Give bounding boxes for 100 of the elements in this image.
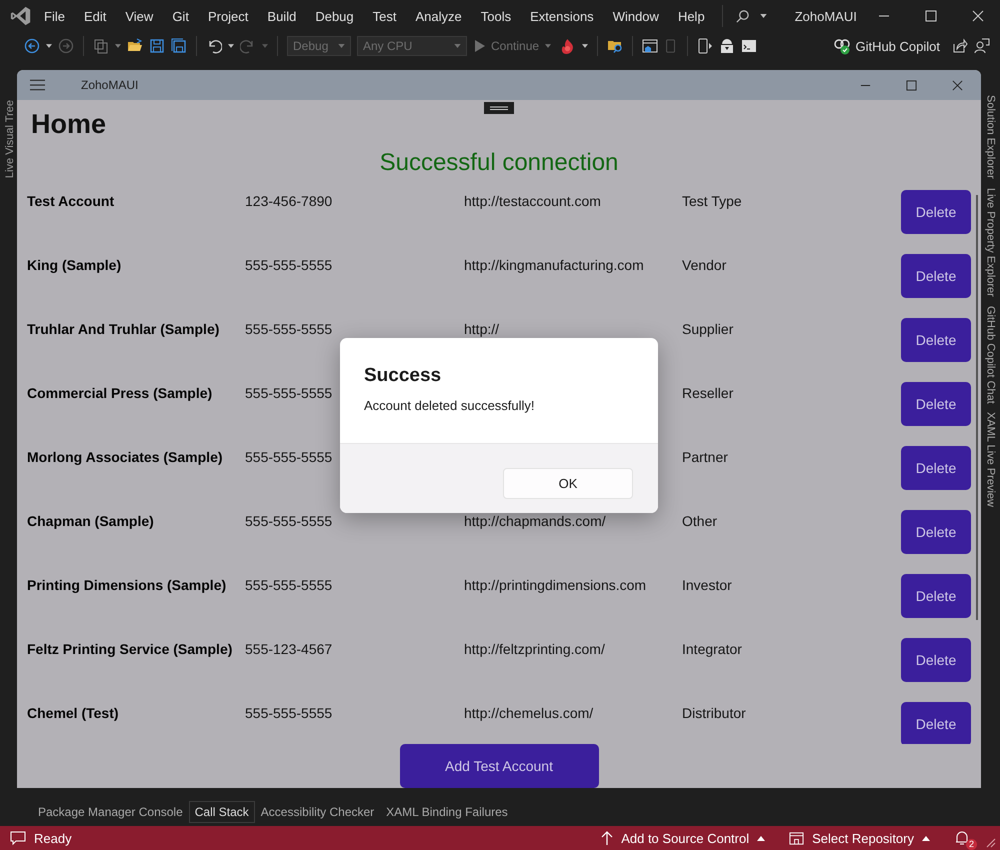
menu-item[interactable]: Help <box>678 8 705 24</box>
search-icon[interactable] <box>734 8 750 24</box>
account-name: Printing Dimensions (Sample) <box>27 576 228 593</box>
caret-icon[interactable] <box>228 44 234 48</box>
account-url: http://kingmanufacturing.com <box>464 257 644 273</box>
terminal-icon[interactable] <box>741 38 758 54</box>
account-url: http://printingdimensions.com <box>464 577 646 593</box>
account-phone: 555-123-4567 <box>245 640 334 657</box>
menu-item[interactable]: Analyze <box>415 8 462 24</box>
add-account-button[interactable]: Add Test Account <box>400 744 598 788</box>
account-phone: 555-555-5555 <box>245 320 334 337</box>
delete-button[interactable]: Delete <box>901 382 971 426</box>
side-tab[interactable]: GitHub Copilot Chat <box>984 306 996 404</box>
side-tab[interactable]: XAML Live Preview <box>984 412 996 508</box>
open-folder-icon[interactable] <box>127 38 143 54</box>
delete-button[interactable]: Delete <box>901 574 971 618</box>
caret-icon[interactable] <box>757 836 766 840</box>
ok-button[interactable]: OK <box>503 468 633 499</box>
delete-button[interactable]: Delete <box>901 446 971 490</box>
device-run-icon[interactable] <box>697 38 714 54</box>
feedback-icon[interactable] <box>974 38 990 54</box>
menu-icon[interactable] <box>30 79 45 91</box>
account-phone: 555-555-5555 <box>245 512 334 529</box>
account-type: Partner <box>682 448 729 465</box>
caret-icon[interactable] <box>582 44 588 48</box>
account-name: Chemel (Test) <box>27 704 120 721</box>
delete-button[interactable]: Delete <box>901 638 971 682</box>
drag-handle-icon[interactable] <box>484 102 514 114</box>
panel-tab[interactable]: Call Stack <box>188 801 255 823</box>
account-url: http://testaccount.com <box>464 193 601 209</box>
folder-search-icon[interactable] <box>607 38 624 54</box>
side-tab[interactable]: Live Visual Tree <box>4 100 17 178</box>
window-home-icon[interactable] <box>642 38 658 54</box>
menu-item[interactable]: Debug <box>315 8 354 24</box>
delete-button[interactable]: Delete <box>901 702 971 744</box>
caret-icon[interactable] <box>760 14 767 18</box>
save-all-icon[interactable] <box>171 38 187 54</box>
side-tab[interactable]: Solution Explorer <box>984 95 996 179</box>
menu-item[interactable]: View <box>125 8 154 24</box>
message-icon[interactable] <box>10 830 26 846</box>
account-phone: 555-555-5555 <box>245 256 334 273</box>
delete-button[interactable]: Delete <box>901 510 971 554</box>
account-phone: 555-555-5555 <box>245 384 334 401</box>
dialog-message: Account deleted successfully! <box>364 398 536 413</box>
share-icon[interactable] <box>952 38 968 54</box>
delete-button[interactable]: Delete <box>901 254 971 298</box>
caret-icon[interactable] <box>115 44 121 48</box>
account-url: http://chemelus.com/ <box>464 705 594 721</box>
resize-grip-icon[interactable] <box>986 838 996 848</box>
status-text: Ready <box>34 830 72 846</box>
menu-item[interactable]: Edit <box>84 8 106 24</box>
arrow-up-icon[interactable] <box>601 830 614 846</box>
menu-item[interactable]: Window <box>612 8 659 24</box>
source-control-button[interactable]: Add to Source Control <box>621 830 750 846</box>
delete-button[interactable]: Delete <box>901 318 971 362</box>
account-type: Vendor <box>682 256 728 273</box>
account-name: Morlong Associates (Sample) <box>27 448 224 465</box>
back-icon[interactable] <box>24 38 40 54</box>
menu-item[interactable]: Extensions <box>530 8 594 24</box>
close-icon[interactable] <box>952 80 963 90</box>
account-type: Reseller <box>682 384 734 401</box>
delete-button[interactable]: Delete <box>901 190 971 234</box>
menu-item[interactable]: Build <box>267 8 296 24</box>
save-icon[interactable] <box>149 38 165 54</box>
account-name: Chapman (Sample) <box>27 512 155 529</box>
account-phone: 555-555-5555 <box>245 576 334 593</box>
account-name: Feltz Printing Service (Sample) <box>27 640 234 657</box>
panel-tab[interactable]: Accessibility Checker <box>254 801 380 823</box>
account-type: Integrator <box>682 640 743 657</box>
menu-item[interactable]: Test <box>372 8 396 24</box>
account-phone: 555-555-5555 <box>245 448 334 465</box>
maximize-icon[interactable] <box>906 80 917 90</box>
app-title: ZohoMAUI <box>81 78 138 92</box>
account-name: King (Sample) <box>27 256 122 273</box>
account-type: Test Type <box>682 192 743 209</box>
copilot-icon[interactable] <box>833 37 852 55</box>
new-item-icon[interactable] <box>93 38 109 54</box>
page-heading: Home <box>31 108 106 140</box>
menu-item[interactable]: Project <box>208 8 248 24</box>
repository-button[interactable]: Select Repository <box>812 830 914 846</box>
side-tab[interactable]: Live Property Explorer <box>984 188 996 297</box>
account-type: Distributor <box>682 704 747 721</box>
account-type: Supplier <box>682 320 734 337</box>
account-name: Test Account <box>27 192 116 209</box>
copilot-label[interactable]: GitHub Copilot <box>855 38 940 54</box>
account-url: http://chapmands.com/ <box>464 513 606 529</box>
menu-item[interactable]: File <box>44 8 65 24</box>
scrollbar[interactable] <box>976 195 978 620</box>
account-phone: 123-456-7890 <box>245 192 334 209</box>
menu-item[interactable]: Tools <box>480 8 512 24</box>
repository-icon[interactable] <box>789 830 804 846</box>
bell-icon[interactable] <box>954 830 970 846</box>
notification-badge: 2 <box>966 839 977 850</box>
caret-icon[interactable] <box>922 836 930 840</box>
account-phone: 555-555-5555 <box>245 704 334 721</box>
panel-tab[interactable]: XAML Binding Failures <box>380 801 514 823</box>
panel-tab[interactable]: Package Manager Console <box>32 801 189 823</box>
account-url: http:// <box>464 321 500 337</box>
menu-item[interactable]: Git <box>172 8 189 24</box>
caret-icon[interactable] <box>46 44 52 48</box>
